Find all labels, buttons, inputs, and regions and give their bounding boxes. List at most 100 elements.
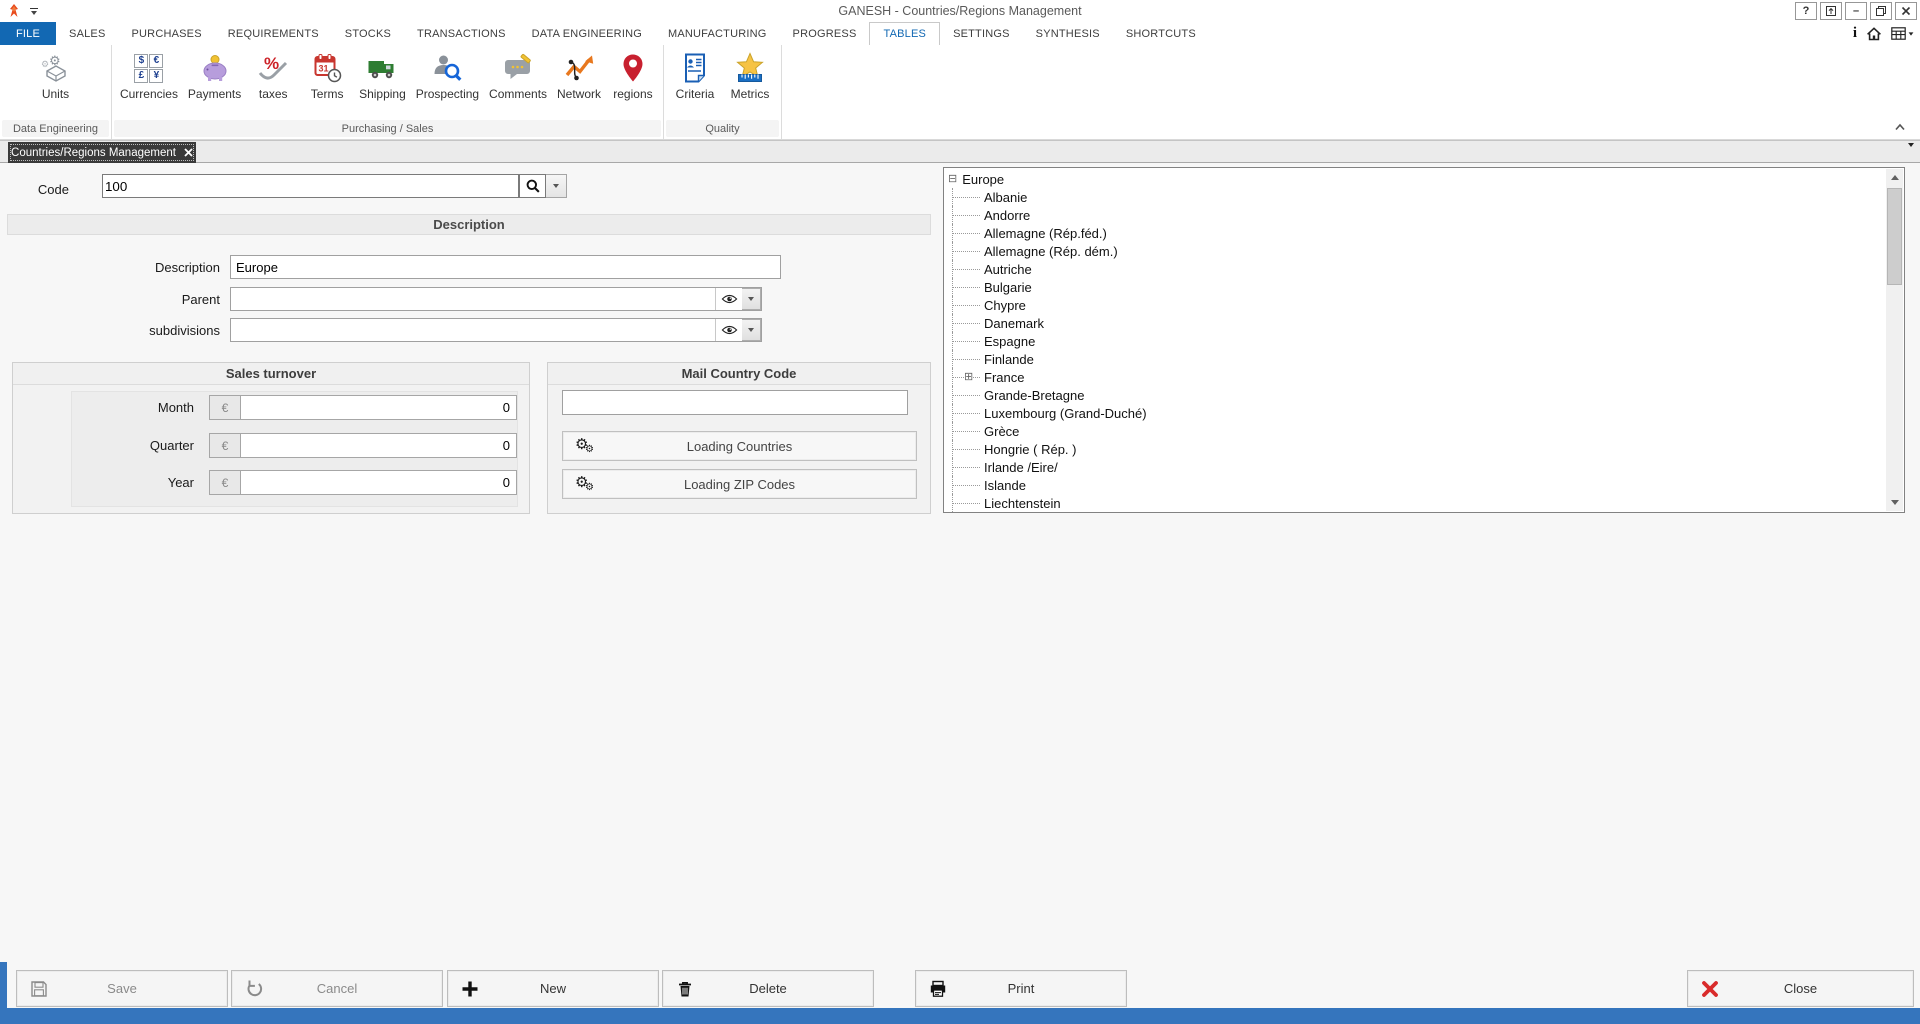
ribbon-item-shipping[interactable]: Shipping (357, 51, 408, 101)
document-tab-label: Countries/Regions Management (11, 147, 176, 159)
search-button[interactable] (519, 174, 546, 198)
tree-item-danemark[interactable]: Danemark (944, 314, 1886, 332)
scroll-up-button[interactable] (1886, 169, 1903, 186)
button-label: Delete (749, 981, 787, 996)
tree-item-finlande[interactable]: Finlande (944, 350, 1886, 368)
ribbon-item-label: Criteria (676, 87, 715, 101)
parent-dropdown-button[interactable] (742, 288, 761, 310)
pin-button[interactable] (1820, 2, 1842, 20)
tree-item-label: Finlande (984, 352, 1034, 367)
mail-country-code-input[interactable] (562, 390, 908, 415)
tree-item-allemagne-r-p-d-m[interactable]: Allemagne (Rép. dém.) (944, 242, 1886, 260)
plus-icon (460, 979, 480, 999)
tree-item-label: Bulgarie (984, 280, 1032, 295)
year-input[interactable] (241, 470, 517, 495)
tree-item-autriche[interactable]: Autriche (944, 260, 1886, 278)
ribbon-group-label: Purchasing / Sales (114, 120, 661, 137)
subdivisions-dropdown-button[interactable] (742, 319, 761, 341)
printer-icon (928, 979, 948, 999)
menu-tab-progress[interactable]: PROGRESS (780, 22, 870, 45)
code-input[interactable] (102, 174, 519, 198)
title-bar: GANESH - Countries/Regions Management ?– (0, 0, 1920, 22)
menu-tab-data-engineering[interactable]: DATA ENGINEERING (519, 22, 655, 45)
ribbon-item-comments[interactable]: Comments (487, 51, 549, 101)
save-button[interactable]: Save (16, 970, 228, 1007)
close-button[interactable]: Close (1687, 970, 1914, 1007)
tree-item-islande[interactable]: Islande (944, 476, 1886, 494)
close-button[interactable] (1895, 2, 1917, 20)
print-button[interactable]: Print (915, 970, 1127, 1007)
ribbon-group-purchasing-sales: $€£¥CurrenciesPayments%taxes31TermsShipp… (112, 45, 664, 139)
ribbon-item-terms[interactable]: 31Terms (303, 51, 351, 101)
menu-tab-purchases[interactable]: PURCHASES (119, 22, 215, 45)
subdivisions-view-button[interactable] (715, 319, 742, 341)
menu-tab-synthesis[interactable]: SYNTHESIS (1023, 22, 1113, 45)
scrollbar-thumb[interactable] (1887, 188, 1902, 285)
help-button[interactable]: ? (1795, 2, 1817, 20)
tree-item-allemagne-r-p-f-d[interactable]: Allemagne (Rép.féd.) (944, 224, 1886, 242)
parent-view-button[interactable] (715, 288, 742, 310)
menu-tab-stocks[interactable]: STOCKS (332, 22, 404, 45)
menu-tab-transactions[interactable]: TRANSACTIONS (404, 22, 519, 45)
scroll-down-button[interactable] (1886, 494, 1903, 511)
tree-item-luxembourg-grand-duch[interactable]: Luxembourg (Grand-Duché) (944, 404, 1886, 422)
menu-tab-manufacturing[interactable]: MANUFACTURING (655, 22, 780, 45)
tree-item-chypre[interactable]: Chypre (944, 296, 1886, 314)
quick-access-customize-button[interactable] (30, 8, 38, 15)
ribbon-item-network[interactable]: Network (555, 51, 603, 101)
menu-tab-settings[interactable]: SETTINGS (940, 22, 1023, 45)
subdivisions-input[interactable] (231, 319, 715, 341)
tree-item-andorre[interactable]: Andorre (944, 206, 1886, 224)
tree-item-hongrie-r-p[interactable]: Hongrie ( Rép. ) (944, 440, 1886, 458)
restore-button[interactable] (1870, 2, 1892, 20)
menu-tab-file[interactable]: FILE (0, 22, 56, 45)
ribbon-group-label: Data Engineering (2, 120, 109, 137)
units-icon: ⚙⚙ (39, 51, 73, 85)
tree-scrollbar[interactable] (1886, 169, 1903, 511)
cancel-button[interactable]: Cancel (231, 970, 443, 1007)
collapse-icon[interactable]: ⊟ (948, 174, 957, 185)
tree-item-espagne[interactable]: Espagne (944, 332, 1886, 350)
menu-tab-requirements[interactable]: REQUIREMENTS (215, 22, 332, 45)
tree-item-bulgarie[interactable]: Bulgarie (944, 278, 1886, 296)
ribbon-item-criteria[interactable]: Criteria (671, 51, 719, 101)
tree-item-albanie[interactable]: Albanie (944, 188, 1886, 206)
ribbon-item-metrics[interactable]: Metrics (726, 51, 774, 101)
tree-item-europe[interactable]: ⊟Europe (944, 170, 1886, 188)
tree-item-grande-bretagne[interactable]: Grande-Bretagne (944, 386, 1886, 404)
expand-icon[interactable]: ⊞ (964, 372, 973, 383)
ribbon-collapse-button[interactable] (1894, 118, 1906, 136)
grid-icon[interactable] (1891, 27, 1914, 40)
search-options-dropdown[interactable] (546, 174, 567, 198)
description-input[interactable] (230, 255, 781, 279)
delete-button[interactable]: Delete (662, 970, 874, 1007)
info-icon[interactable]: i (1853, 25, 1857, 42)
ribbon-item-payments[interactable]: Payments (186, 51, 243, 101)
menu-tab-sales[interactable]: SALES (56, 22, 118, 45)
tab-close-icon[interactable] (184, 148, 193, 157)
new-button[interactable]: New (447, 970, 659, 1007)
menu-tab-shortcuts[interactable]: SHORTCUTS (1113, 22, 1209, 45)
loading-zip-codes-button[interactable]: ⚙⚙ Loading ZIP Codes (562, 469, 917, 499)
menu-tab-tables[interactable]: TABLES (869, 22, 940, 45)
sales-turnover-panel: Sales turnover Month € Quarter € Year € (12, 362, 530, 514)
home-icon[interactable] (1866, 26, 1882, 41)
quarter-input[interactable] (241, 433, 517, 458)
ribbon-item-units[interactable]: ⚙⚙Units (32, 51, 80, 101)
ribbon-item-prospecting[interactable]: Prospecting (414, 51, 481, 101)
month-input[interactable] (241, 395, 517, 420)
ribbon-item-regions[interactable]: regions (609, 51, 657, 101)
parent-input[interactable] (231, 288, 715, 310)
ribbon-item-taxes[interactable]: %taxes (249, 51, 297, 101)
document-tab[interactable]: Countries/Regions Management (8, 142, 196, 163)
loading-countries-button[interactable]: ⚙⚙ Loading Countries (562, 431, 917, 461)
ribbon-item-currencies[interactable]: $€£¥Currencies (118, 51, 180, 101)
tree-item-france[interactable]: ⊞France (944, 368, 1886, 386)
tree-item-gr-ce[interactable]: Grèce (944, 422, 1886, 440)
tree-item-liechtenstein[interactable]: Liechtenstein (944, 494, 1886, 512)
ribbon-item-label: Prospecting (416, 87, 479, 101)
tree-item-label: Autriche (984, 262, 1032, 277)
tree-item-irlande-eire[interactable]: Irlande /Eire/ (944, 458, 1886, 476)
metrics-icon (733, 51, 767, 85)
minimize-button[interactable]: – (1845, 2, 1867, 20)
